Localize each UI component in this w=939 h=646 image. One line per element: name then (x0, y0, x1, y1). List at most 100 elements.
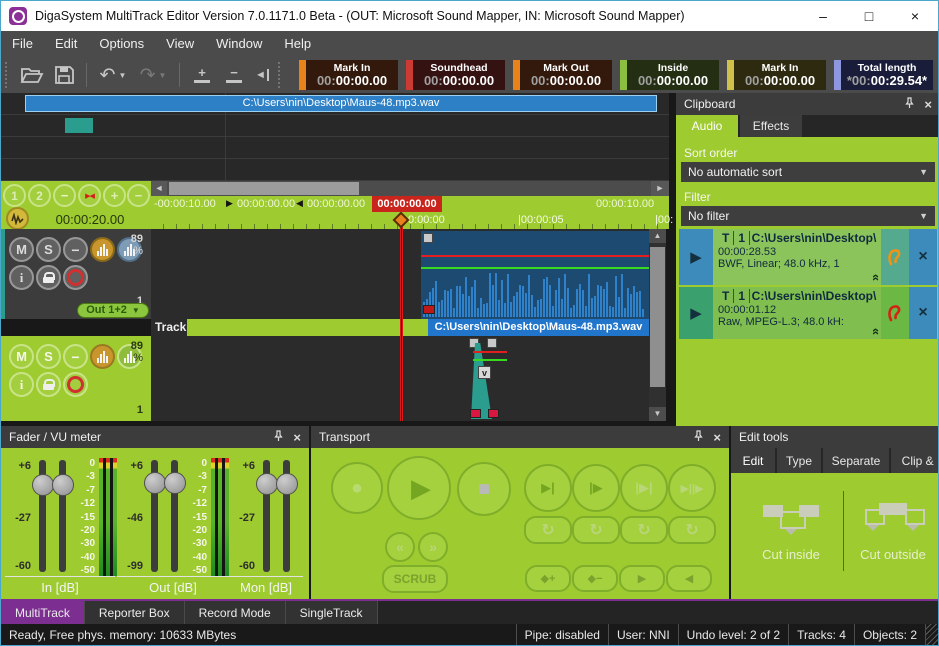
play-selection-button[interactable]: |▶| (620, 464, 668, 512)
track1-record-button[interactable] (63, 265, 88, 290)
track1-info-button[interactable]: i (9, 265, 34, 290)
zoom-in-button[interactable]: + (186, 61, 218, 89)
entry2-delete-button[interactable]: × (909, 287, 937, 339)
track2-audio-object[interactable] (471, 343, 493, 419)
loop-2-button[interactable]: ↻ (572, 516, 620, 544)
zoom-out-circle-button[interactable]: − (127, 184, 150, 207)
tab-type[interactable]: Type (777, 448, 821, 473)
track1-lock-button[interactable] (36, 265, 61, 290)
tab-clip-insert[interactable]: Clip & I (891, 448, 939, 473)
track-vscrollbar[interactable]: ▲ ▼ (649, 229, 666, 421)
mon-fader-left[interactable] (263, 460, 270, 572)
sort-order-select[interactable]: No automatic sort▼ (681, 162, 935, 182)
track2-meter-pre-button[interactable] (90, 344, 115, 369)
entry1-delete-button[interactable]: × (909, 229, 937, 285)
fader-knob[interactable] (32, 474, 54, 496)
out-fader-right[interactable] (171, 460, 178, 572)
toolbar-grip[interactable] (5, 62, 12, 88)
hscroll-left-arrow[interactable]: ◄ (151, 181, 167, 196)
vscroll-up-arrow[interactable]: ▲ (649, 229, 666, 243)
timeline-ruler[interactable]: 0:00:00 |00:00:05 |00: (151, 212, 669, 229)
tab-edit[interactable]: Edit (731, 448, 775, 473)
tab-singletrack[interactable]: SingleTrack (286, 601, 378, 624)
hscroll-right-arrow[interactable]: ► (651, 181, 669, 196)
track1-clip-label[interactable]: C:\Users\nin\Desktop\Maus-48.mp3.wav (428, 319, 649, 336)
track1-mute-button[interactable]: M (9, 237, 34, 262)
tab-audio[interactable]: Audio (676, 115, 738, 137)
remove-marker-button[interactable]: ◆− (572, 565, 618, 592)
in-fader-left[interactable] (39, 460, 46, 572)
play-button[interactable]: ▶ (387, 456, 451, 520)
loop-4-button[interactable]: ↻ (668, 516, 716, 544)
hscroll-thumb[interactable] (169, 182, 359, 195)
menu-options[interactable]: Options (88, 31, 155, 57)
overview-clip-2[interactable] (65, 118, 93, 133)
track1-meter-pre-button[interactable] (90, 237, 115, 262)
record-button[interactable]: ● (331, 462, 383, 514)
fader-knob[interactable] (144, 472, 166, 494)
waveform-zoom-button[interactable] (6, 207, 29, 230)
track2-info-button[interactable]: i (9, 372, 34, 397)
rewind-button[interactable]: « (385, 532, 415, 562)
prev-marker-button[interactable]: ◀ (666, 565, 712, 592)
undo-button[interactable]: ↶▼ (93, 61, 133, 89)
tab-effects[interactable]: Effects (740, 115, 802, 137)
forward-button[interactable]: » (418, 532, 448, 562)
clipboard-entry-1[interactable]: ▶ T1C:\Users\nin\Desktop\ 00:00:28.53 BW… (679, 229, 937, 285)
fader-close-icon[interactable]: × (293, 430, 301, 445)
go-to-start-button[interactable]: ◄ (250, 61, 274, 89)
track1-output-select[interactable]: Out 1+2▼ (77, 303, 149, 318)
mark-out-flag-icon[interactable]: ◀ (296, 198, 303, 209)
track2-mute-button[interactable]: M (9, 344, 34, 369)
play-around-button[interactable]: ▶||▶ (668, 464, 716, 512)
entry2-prelisten-button[interactable] (881, 287, 909, 339)
next-marker-button[interactable]: ▶ (619, 565, 665, 592)
tab-record-mode[interactable]: Record Mode (185, 601, 286, 624)
resize-grip[interactable] (925, 624, 938, 645)
zoom-in-circle-button[interactable]: + (103, 184, 126, 207)
object-red-line[interactable] (473, 351, 507, 353)
track1-collapse-button[interactable]: − (63, 237, 88, 262)
collapse-button[interactable]: − (53, 184, 76, 207)
scrub-button[interactable]: SCRUB (382, 565, 448, 593)
track2-record-button[interactable] (63, 372, 88, 397)
pin-icon[interactable] (905, 97, 914, 112)
out-fader-left[interactable] (151, 460, 158, 572)
menu-help[interactable]: Help (273, 31, 322, 57)
timeline-hscrollbar[interactable]: ◄ ► (151, 181, 669, 196)
track1-audio-object[interactable] (421, 231, 649, 319)
tab-reporter-box[interactable]: Reporter Box (85, 601, 185, 624)
playhead-line[interactable] (400, 226, 403, 421)
object-red-line[interactable] (421, 255, 649, 257)
object-handle-red[interactable] (488, 409, 499, 418)
toolbar-grip2[interactable] (278, 62, 285, 88)
object-v-handle[interactable]: v (478, 366, 491, 379)
redo-button[interactable]: ↷▼ (133, 61, 173, 89)
soundhead-position-box[interactable]: 00:00:00.00 (372, 196, 442, 212)
loop-1-button[interactable]: ↻ (524, 516, 572, 544)
close-button[interactable]: × (892, 1, 938, 31)
menu-window[interactable]: Window (205, 31, 273, 57)
time-display-mark-in[interactable]: Mark In00:00:00.00 (299, 60, 398, 90)
fader-knob[interactable] (256, 473, 278, 495)
cut-inside-button[interactable]: Cut inside (745, 495, 837, 579)
maximize-button[interactable]: □ (846, 1, 892, 31)
clipboard-entry-2[interactable]: ▶ T1C:\Users\nin\Desktop\ 00:00:01.12 Ra… (679, 287, 937, 339)
mark-in-flag-icon[interactable]: ▶ (226, 198, 233, 209)
collapse-chevrons-icon[interactable]: « (869, 328, 881, 335)
menu-edit[interactable]: Edit (44, 31, 88, 57)
object-handle-red[interactable] (470, 409, 481, 418)
zoom-preset-2-button[interactable]: 2 (28, 184, 51, 207)
time-display-total-length[interactable]: Total length*00:00:29.54* (834, 60, 933, 90)
clipboard-close-icon[interactable]: × (924, 97, 932, 112)
object-green-line[interactable] (473, 359, 507, 361)
track1-solo-button[interactable]: S (36, 237, 61, 262)
tab-multitrack[interactable]: MultiTrack (1, 601, 85, 624)
pin-icon[interactable] (694, 430, 703, 445)
play-to-end-button[interactable]: ▶| (524, 464, 572, 512)
cut-outside-button[interactable]: Cut outside (849, 495, 937, 579)
transport-close-icon[interactable]: × (713, 430, 721, 445)
zoom-preset-1-button[interactable]: 1 (3, 184, 26, 207)
entry1-prelisten-button[interactable] (881, 229, 909, 285)
minimize-button[interactable]: – (800, 1, 846, 31)
